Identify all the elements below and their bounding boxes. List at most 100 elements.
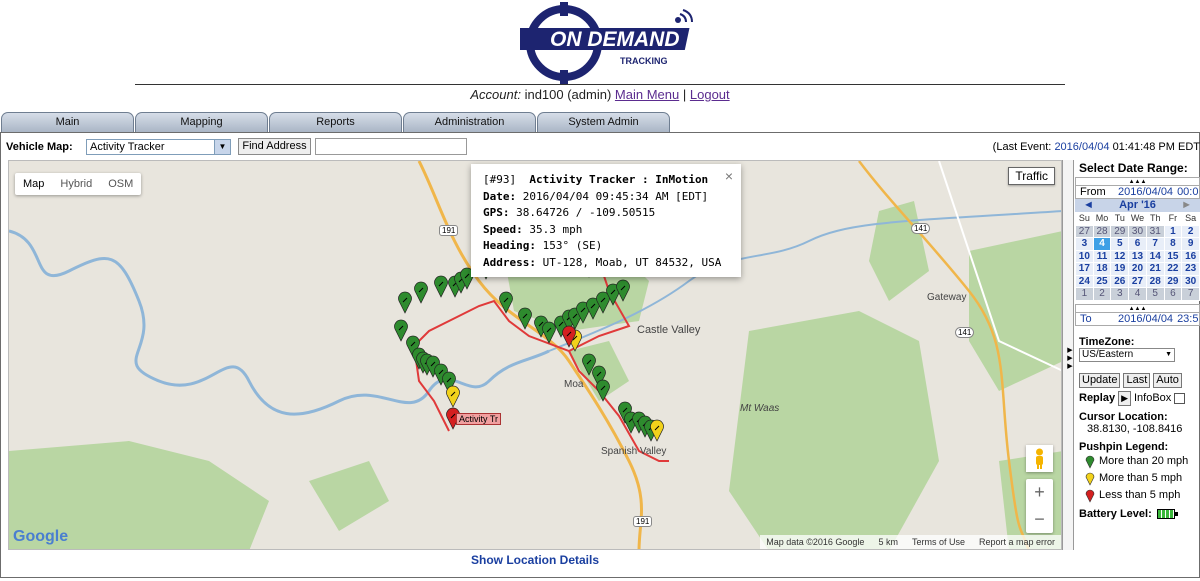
pushpin-icon[interactable] [446,385,460,408]
play-icon[interactable]: ▶ [1118,390,1131,406]
pushpin-icon[interactable] [414,281,428,304]
info-title: Activity Tracker : InMotion [529,173,709,186]
calendar-day[interactable]: 7 [1181,287,1200,301]
traffic-button[interactable]: Traffic [1008,167,1055,185]
calendar-day[interactable]: 1 [1075,287,1094,301]
zoom-in-button[interactable]: + [1026,479,1053,506]
calendar-day[interactable]: 23 [1181,262,1200,276]
calendar-day[interactable]: 1 [1163,224,1183,238]
map-canvas[interactable]: Castle Valley Gateway Mt Waas Moa Spanis… [8,160,1062,550]
from-date[interactable]: 2016/04/04 [1118,186,1173,198]
zoom-out-button[interactable]: − [1026,506,1053,533]
show-location-details-link[interactable]: Show Location Details [0,553,1070,567]
map-type-map[interactable]: Map [15,173,52,195]
calendar-day[interactable]: 15 [1163,249,1183,263]
calendar-day[interactable]: 11 [1092,249,1112,263]
calendar-day[interactable]: 8 [1163,237,1183,251]
map-type-osm[interactable]: OSM [100,173,141,195]
calendar-day[interactable]: 16 [1181,249,1200,263]
legend-row: More than 5 mph [1085,470,1196,487]
account-value: ind100 (admin) [524,87,612,102]
to-date[interactable]: 2016/04/04 [1118,313,1173,325]
calendar-day[interactable]: 4 [1092,237,1112,251]
find-address-input[interactable] [315,138,467,155]
update-button[interactable]: Update [1079,372,1121,388]
pushpin-icon[interactable] [518,307,532,330]
calendar-day[interactable]: 14 [1145,249,1165,263]
calendar-day[interactable]: 28 [1145,274,1165,288]
pushpin-icon[interactable] [434,275,448,298]
pushpin-icon[interactable] [596,379,610,402]
calendar-day[interactable]: 2 [1092,287,1112,301]
calendar-up-arrows[interactable]: ▲▲▲ [1075,177,1200,186]
calendar-week: 27 28 29 30 31 1 2 [1075,224,1200,238]
last-button[interactable]: Last [1123,372,1151,388]
tab-main[interactable]: Main [1,112,134,132]
from-time[interactable]: 00:0 [1177,186,1198,198]
from-date-row: From 2016/04/04 00:0 [1075,186,1200,199]
to-date-row: To 2016/04/04 23:5 [1075,312,1200,326]
main-menu-link[interactable]: Main Menu [615,87,679,102]
tab-mapping[interactable]: Mapping [135,112,268,132]
to-time[interactable]: 23:5 [1177,313,1198,325]
calendar-up-arrows[interactable]: ▲▲▲ [1075,303,1200,313]
calendar-day[interactable]: 6 [1128,237,1147,251]
info-address-row: Address: UT-128, Moab, UT 84532, USA [483,255,729,272]
calendar-day[interactable]: 9 [1181,237,1200,251]
sidebar-splitter[interactable]: ▶▶▶ [1062,160,1074,550]
calendar-day[interactable]: 21 [1145,262,1165,276]
tab-system-admin[interactable]: System Admin [537,112,670,132]
calendar-day[interactable]: 29 [1110,224,1130,238]
calendar-day[interactable]: 5 [1145,287,1165,301]
calendar-day[interactable]: 13 [1128,249,1147,263]
calendar-day[interactable]: 17 [1075,262,1094,276]
calendar-day[interactable]: 7 [1145,237,1165,251]
logout-link[interactable]: Logout [690,87,730,102]
calendar-day[interactable]: 18 [1092,262,1112,276]
street-view-icon[interactable] [1026,445,1053,472]
pushpin-icon[interactable] [499,291,513,314]
calendar-day[interactable]: 25 [1092,274,1112,288]
calendar-day[interactable]: 29 [1163,274,1183,288]
prev-month-icon[interactable]: ◄ [1083,199,1094,212]
tab-reports[interactable]: Reports [269,112,402,132]
calendar-day[interactable]: 27 [1075,224,1094,238]
calendar-day[interactable]: 31 [1145,224,1165,238]
next-month-icon[interactable]: ► [1181,199,1192,212]
tab-administration[interactable]: Administration [403,112,536,132]
auto-button[interactable]: Auto [1153,372,1182,388]
calendar-day[interactable]: 3 [1075,237,1094,251]
close-icon[interactable]: × [725,168,733,185]
info-speed-row: Speed: 35.3 mph [483,222,729,239]
terms-of-use-link[interactable]: Terms of Use [912,535,965,549]
calendar-day[interactable]: 27 [1128,274,1147,288]
calendar-day[interactable]: 28 [1092,224,1112,238]
calendar-day[interactable]: 10 [1075,249,1094,263]
find-address-button[interactable]: Find Address [238,138,311,155]
calendar-day[interactable]: 3 [1110,287,1130,301]
map-type-hybrid[interactable]: Hybrid [52,173,100,195]
calendar-day[interactable]: 20 [1128,262,1147,276]
calendar-day[interactable]: 30 [1128,224,1147,238]
calendar-day[interactable]: 24 [1075,274,1094,288]
calendar-day[interactable]: 12 [1110,249,1130,263]
pushpin-icon[interactable] [394,319,408,342]
timezone-select[interactable]: US/Eastern [1079,347,1175,362]
calendar-day[interactable]: 6 [1163,287,1183,301]
calendar-day[interactable]: 5 [1110,237,1130,251]
pushpin-icon[interactable] [542,321,556,344]
calendar-day[interactable]: 26 [1110,274,1130,288]
info-gps-row: GPS: 38.64726 / -109.50515 [483,205,729,222]
calendar-day[interactable]: 19 [1110,262,1130,276]
pushpin-icon[interactable] [616,279,630,302]
calendar-day[interactable]: 22 [1163,262,1183,276]
calendar-day[interactable]: 4 [1128,287,1147,301]
vehicle-map-select[interactable]: Activity Tracker ▼ [86,139,231,155]
pushpin-icon[interactable] [398,291,412,314]
infobox-checkbox[interactable] [1174,392,1186,404]
calendar-day[interactable]: 2 [1181,224,1200,238]
calendar-month: Apr '16 [1119,199,1156,211]
pushpin-icon[interactable] [596,291,610,314]
calendar-day[interactable]: 30 [1181,274,1200,288]
report-map-error-link[interactable]: Report a map error [979,535,1055,549]
